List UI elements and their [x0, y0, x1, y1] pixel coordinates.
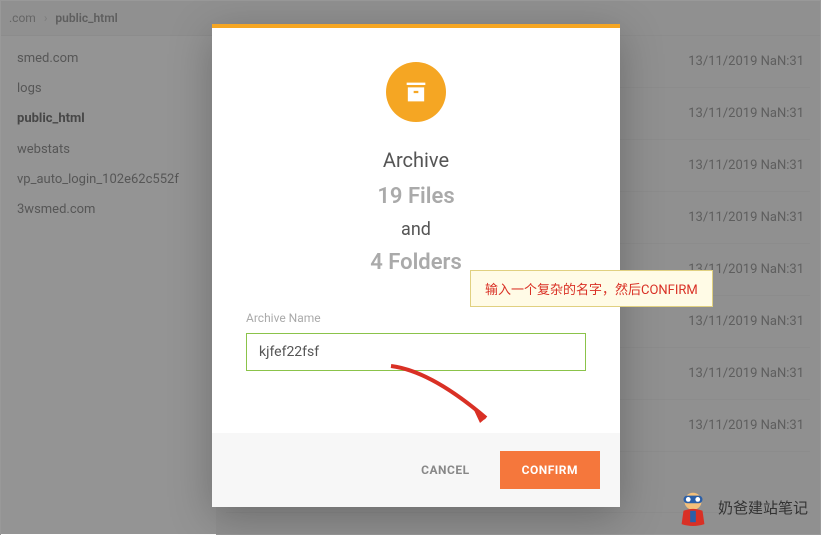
files-count: 19 Files [246, 184, 586, 209]
avatar-icon [674, 488, 712, 526]
cancel-button[interactable]: CANCEL [399, 451, 491, 489]
annotation-callout: 输入一个复杂的名字，然后CONFIRM [470, 270, 713, 307]
archive-name-label: Archive Name [246, 311, 586, 325]
archive-icon [386, 62, 446, 122]
modal-title: Archive [246, 148, 586, 172]
confirm-button[interactable]: CONFIRM [500, 451, 600, 489]
watermark: 奶爸建站笔记 [674, 488, 808, 526]
annotation-arrow-icon [381, 356, 521, 445]
and-text: and [246, 219, 586, 240]
